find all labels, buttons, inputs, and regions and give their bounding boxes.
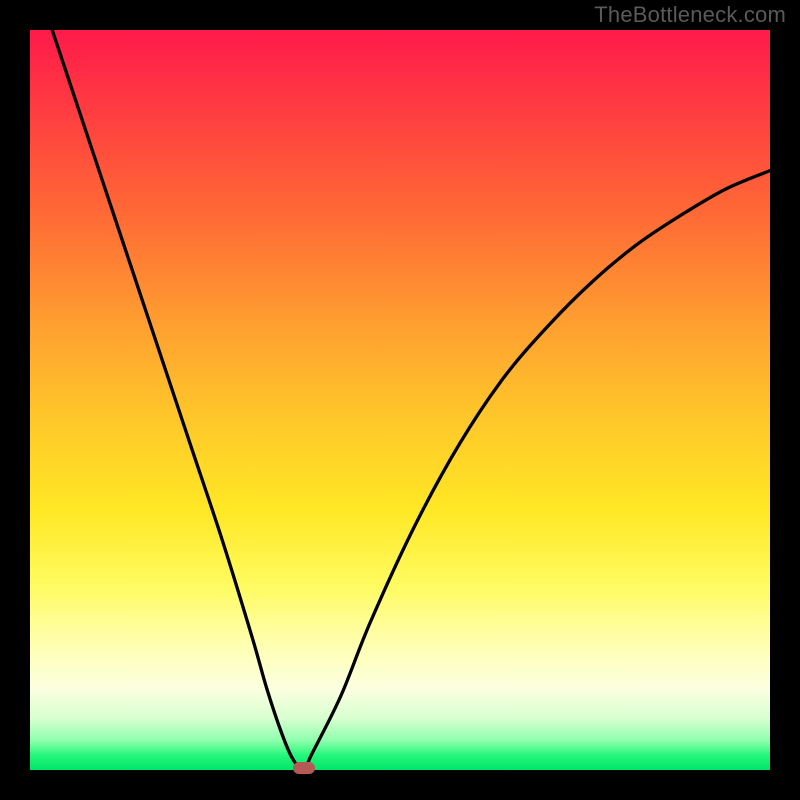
- plot-area: [30, 30, 770, 770]
- watermark-text: TheBottleneck.com: [594, 2, 786, 28]
- optimal-point-marker: [293, 762, 315, 774]
- bottleneck-curve: [30, 30, 770, 770]
- chart-frame: TheBottleneck.com: [0, 0, 800, 800]
